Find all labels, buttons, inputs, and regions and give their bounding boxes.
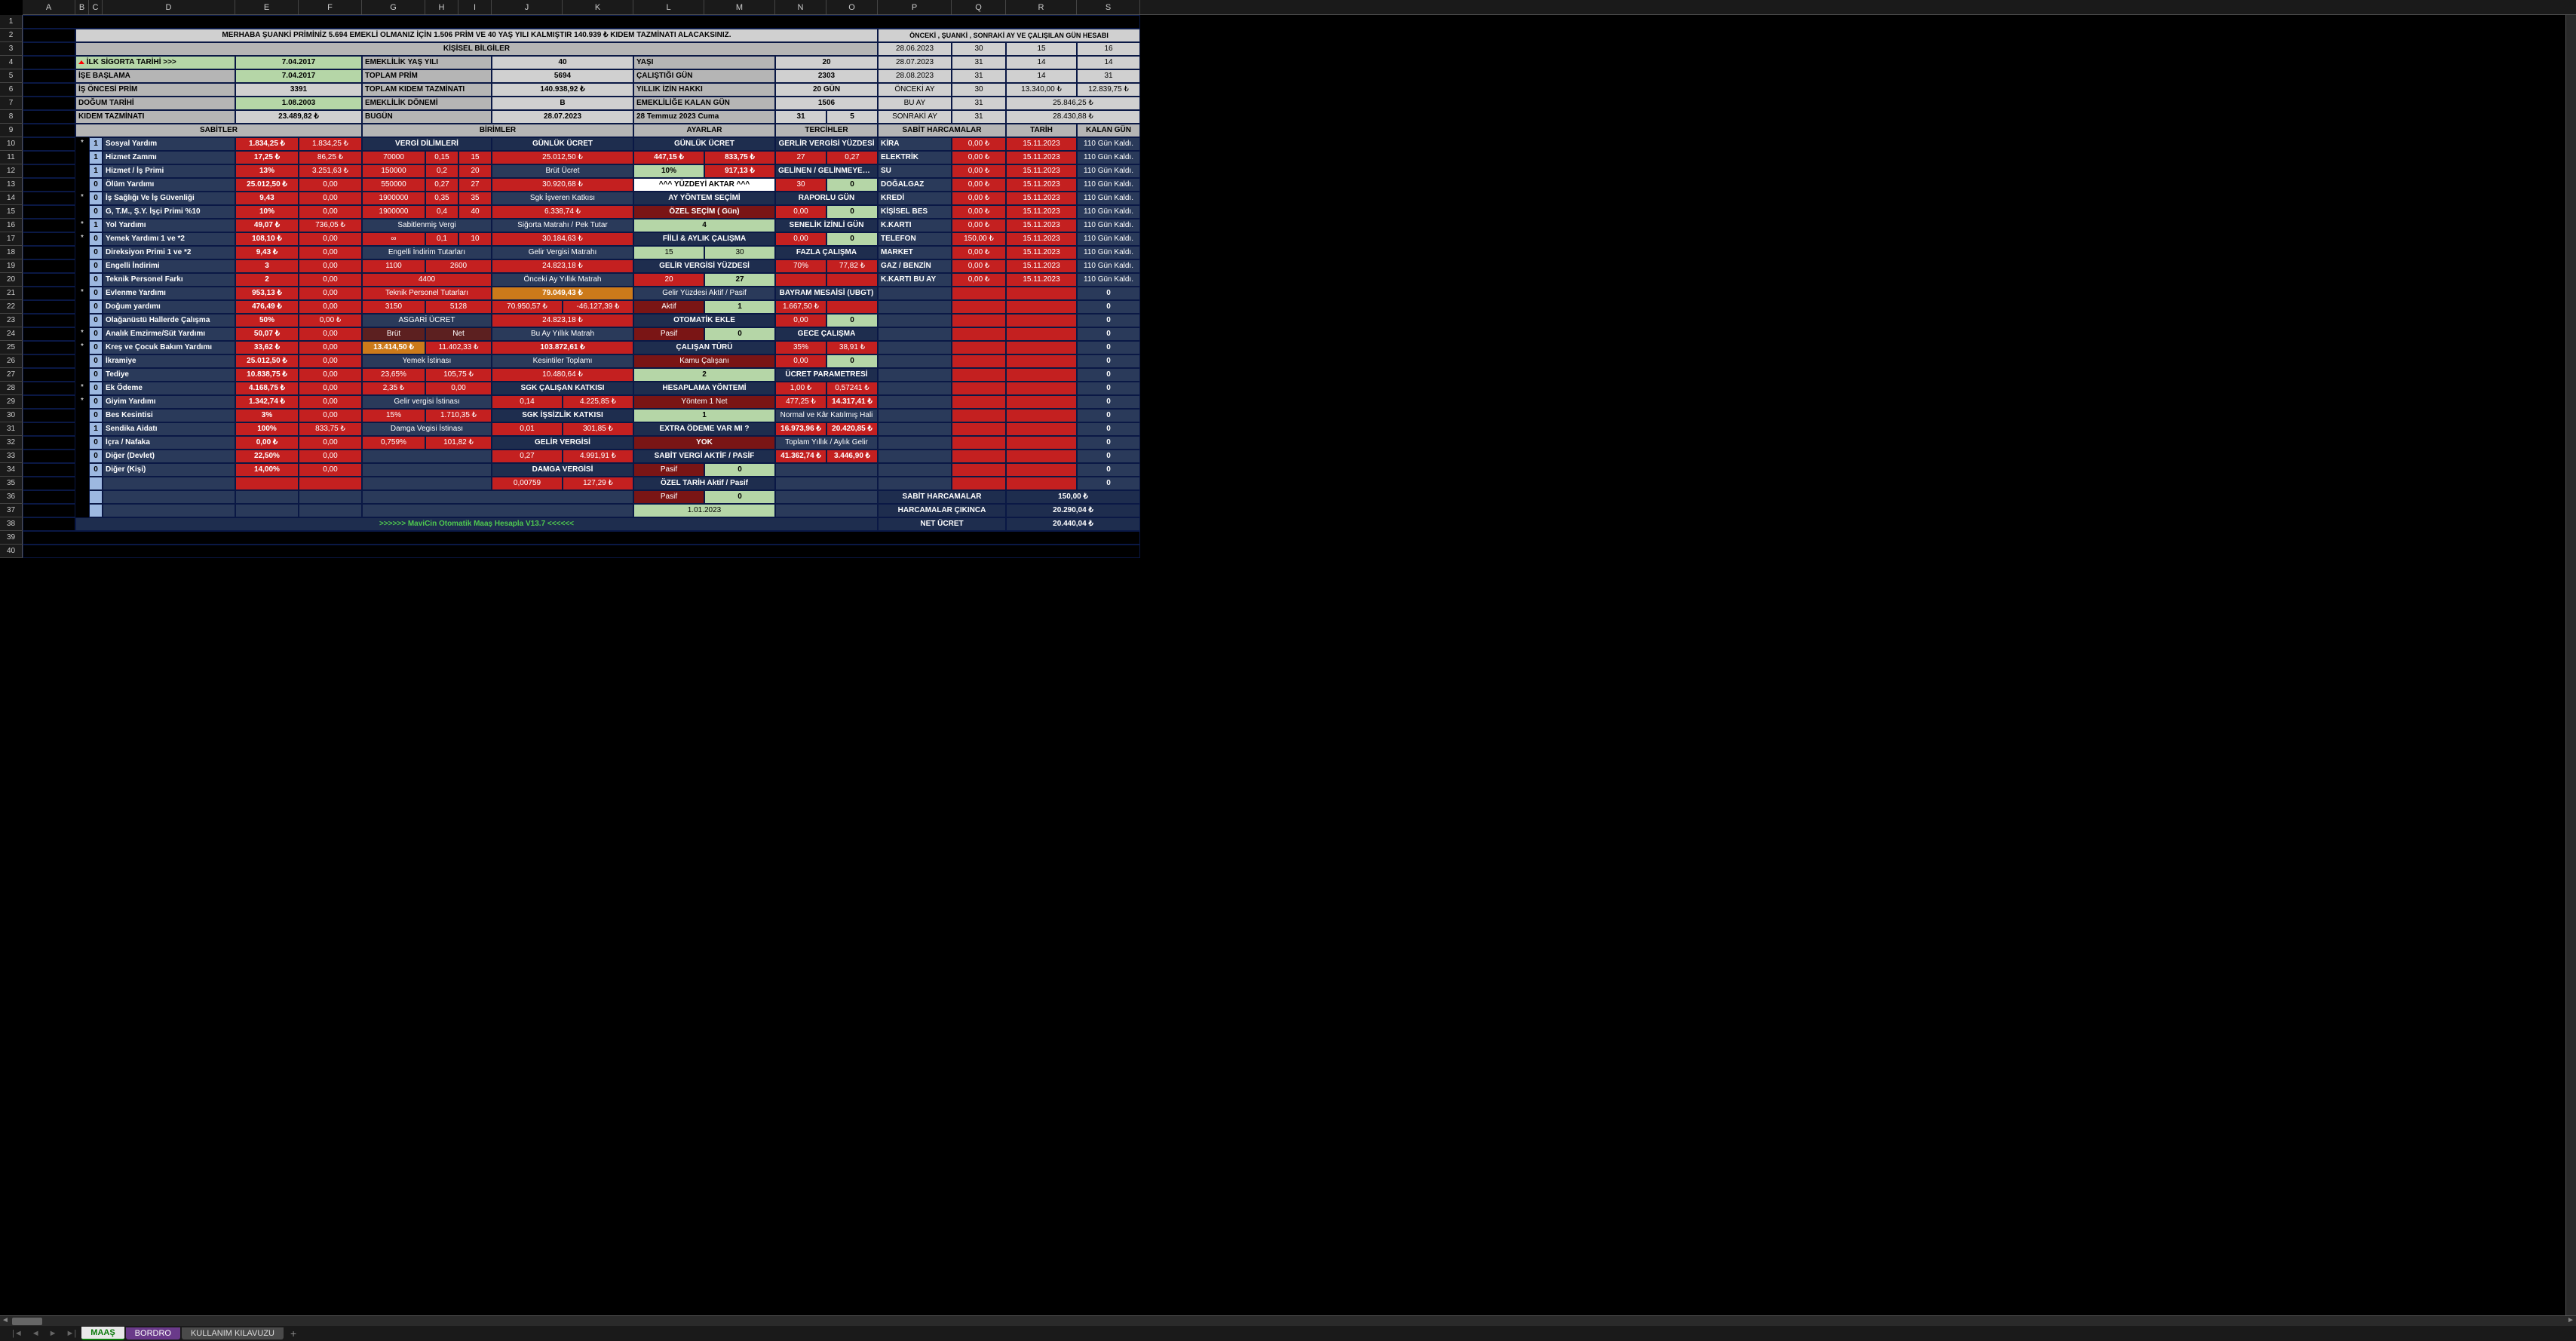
row-header-32[interactable]: 32	[0, 436, 23, 450]
col-header-O[interactable]: O	[826, 0, 878, 14]
row-header-1[interactable]: 1	[0, 15, 23, 29]
row-header-10[interactable]: 10	[0, 137, 23, 151]
col-header-G[interactable]: G	[362, 0, 425, 14]
col-header-F[interactable]: F	[299, 0, 362, 14]
tab-nav-last-icon[interactable]: ►|	[62, 1329, 81, 1338]
row-header-21[interactable]: 21	[0, 287, 23, 300]
row-header-31[interactable]: 31	[0, 422, 23, 436]
row-header-9[interactable]: 9	[0, 124, 23, 137]
row-header-33[interactable]: 33	[0, 450, 23, 463]
row-header-19[interactable]: 19	[0, 259, 23, 273]
scrollbar-thumb[interactable]	[12, 1318, 42, 1325]
row-header-29[interactable]: 29	[0, 395, 23, 409]
row-header-13[interactable]: 13	[0, 178, 23, 192]
tab-nav-next-icon[interactable]: ►	[44, 1329, 62, 1338]
tab-maas[interactable]: MAAŞ	[81, 1327, 124, 1340]
row-headers[interactable]: 1234567891011121314151617181920212223242…	[0, 15, 23, 558]
col-header-C[interactable]: C	[89, 0, 103, 14]
row-header-39[interactable]: 39	[0, 531, 23, 545]
app-footer[interactable]: >>>>>> MaviCin Otomatik Maaş Hesapla V13…	[75, 517, 878, 531]
row-header-34[interactable]: 34	[0, 463, 23, 477]
row-header-38[interactable]: 38	[0, 517, 23, 531]
row-header-35[interactable]: 35	[0, 477, 23, 490]
row-header-27[interactable]: 27	[0, 368, 23, 382]
col-header-A[interactable]: A	[23, 0, 75, 14]
row-header-25[interactable]: 25	[0, 341, 23, 354]
row-header-40[interactable]: 40	[0, 545, 23, 558]
vertical-scrollbar[interactable]	[2565, 15, 2576, 1315]
tab-nav-prev-icon[interactable]: ◄	[27, 1329, 44, 1338]
col-header-L[interactable]: L	[633, 0, 704, 14]
tab-kilavuz[interactable]: KULLANIM KILAVUZU	[182, 1327, 284, 1339]
tab-nav-first-icon[interactable]: |◄	[8, 1329, 27, 1338]
row-header-30[interactable]: 30	[0, 409, 23, 422]
row-header-11[interactable]: 11	[0, 151, 23, 164]
row-header-5[interactable]: 5	[0, 69, 23, 83]
tab-bordro[interactable]: BORDRO	[126, 1327, 180, 1339]
col-header-B[interactable]: B	[75, 0, 89, 14]
column-headers[interactable]: ABCDEFGHIJKLMNOPQRS	[23, 0, 2576, 15]
add-sheet-icon[interactable]: +	[284, 1327, 302, 1339]
horizontal-scrollbar[interactable]: ◄ ►	[0, 1315, 2576, 1326]
col-header-Q[interactable]: Q	[952, 0, 1006, 14]
col-header-P[interactable]: P	[878, 0, 952, 14]
row-header-37[interactable]: 37	[0, 504, 23, 517]
col-header-D[interactable]: D	[103, 0, 235, 14]
sheet-tabs: |◄ ◄ ► ►| MAAŞ BORDRO KULLANIM KILAVUZU …	[0, 1326, 2576, 1341]
col-header-S[interactable]: S	[1077, 0, 1140, 14]
col-header-M[interactable]: M	[704, 0, 775, 14]
col-header-H[interactable]: H	[425, 0, 458, 14]
row-header-4[interactable]: 4	[0, 56, 23, 69]
col-header-K[interactable]: K	[563, 0, 633, 14]
row-header-26[interactable]: 26	[0, 354, 23, 368]
row-header-8[interactable]: 8	[0, 110, 23, 124]
row-header-3[interactable]: 3	[0, 42, 23, 56]
row-header-12[interactable]: 12	[0, 164, 23, 178]
row-header-36[interactable]: 36	[0, 490, 23, 504]
row-header-7[interactable]: 7	[0, 97, 23, 110]
row-header-24[interactable]: 24	[0, 327, 23, 341]
row-header-18[interactable]: 18	[0, 246, 23, 259]
row-header-14[interactable]: 14	[0, 192, 23, 205]
row-header-16[interactable]: 16	[0, 219, 23, 232]
spreadsheet-grid[interactable]: MERHABA ŞUANKİ PRİMİNİZ 5.694 EMEKLİ OLM…	[23, 15, 2576, 558]
row-header-6[interactable]: 6	[0, 83, 23, 97]
row-header-17[interactable]: 17	[0, 232, 23, 246]
col-header-I[interactable]: I	[458, 0, 492, 14]
row-header-28[interactable]: 28	[0, 382, 23, 395]
row-header-20[interactable]: 20	[0, 273, 23, 287]
col-header-E[interactable]: E	[235, 0, 299, 14]
col-header-J[interactable]: J	[492, 0, 563, 14]
row-header-22[interactable]: 22	[0, 300, 23, 314]
col-header-R[interactable]: R	[1006, 0, 1077, 14]
row-header-2[interactable]: 2	[0, 29, 23, 42]
scroll-right-icon[interactable]: ►	[2565, 1316, 2576, 1327]
col-header-N[interactable]: N	[775, 0, 826, 14]
row-header-23[interactable]: 23	[0, 314, 23, 327]
scroll-left-icon[interactable]: ◄	[0, 1316, 11, 1327]
row-header-15[interactable]: 15	[0, 205, 23, 219]
